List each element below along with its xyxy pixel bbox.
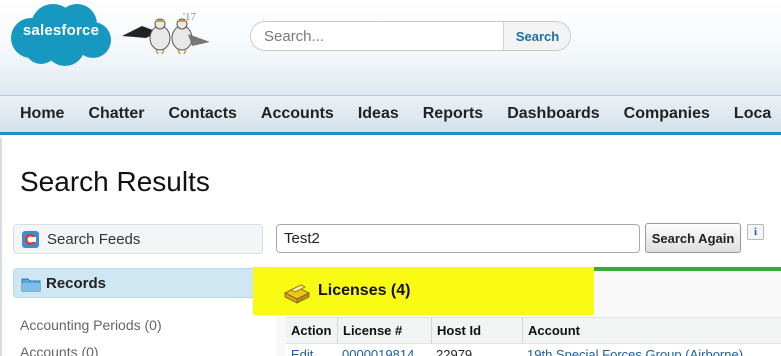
chatter-icon xyxy=(22,231,39,248)
global-search-button[interactable]: Search xyxy=(503,22,570,50)
licenses-table: Action License # Host Id Account Edit 00… xyxy=(286,317,781,356)
global-search: Search xyxy=(250,21,571,51)
page-title: Search Results xyxy=(20,166,210,197)
logo-text: salesforce xyxy=(22,22,100,39)
header: salesforce '17 Search xyxy=(0,0,781,95)
license-icon xyxy=(283,284,311,304)
licenses-section-title: Licenses (4) xyxy=(318,282,411,299)
tab-locations[interactable]: Loca xyxy=(722,96,781,132)
records-button[interactable]: Records xyxy=(13,268,263,298)
info-icon[interactable]: i xyxy=(747,224,764,240)
table-row: Edit 0000019814 22979 19th Special Force… xyxy=(286,344,781,356)
column-header-host-id[interactable]: Host Id xyxy=(431,318,522,345)
tab-dashboards[interactable]: Dashboards xyxy=(495,96,611,132)
tab-home[interactable]: Home xyxy=(0,96,76,132)
search-feeds-button[interactable]: Search Feeds xyxy=(13,224,263,254)
salesforce-logo[interactable]: salesforce xyxy=(9,2,113,68)
tab-reports[interactable]: Reports xyxy=(411,96,495,132)
sidebar-item-accounting-periods[interactable]: Accounting Periods (0) xyxy=(20,317,162,333)
column-header-account[interactable]: Account xyxy=(522,318,781,345)
host-id-cell: 22979 xyxy=(436,347,473,356)
table-header-row: Action License # Host Id Account xyxy=(286,317,781,345)
main-nav: Home Chatter Contacts Accounts Ideas Reports D… xyxy=(0,95,781,135)
tab-chatter[interactable]: Chatter xyxy=(76,96,156,132)
tab-contacts[interactable]: Contacts xyxy=(156,96,248,132)
column-header-license[interactable]: License # xyxy=(337,318,431,345)
tab-ideas[interactable]: Ideas xyxy=(346,96,411,132)
records-label: Records xyxy=(46,275,107,292)
seagulls-icon xyxy=(122,18,210,54)
edit-link[interactable]: Edit xyxy=(286,347,313,356)
release-year: '17 xyxy=(183,11,196,23)
folder-icon xyxy=(21,278,41,292)
search-feeds-label: Search Feeds xyxy=(47,231,141,248)
search-query-input[interactable] xyxy=(276,224,640,253)
sidebar-item-accounts[interactable]: Accounts (0) xyxy=(20,344,99,356)
account-link[interactable]: 19th Special Forces Group (Airborne) xyxy=(522,347,743,356)
page-gutter xyxy=(0,138,2,356)
column-header-action: Action xyxy=(291,323,332,338)
tab-companies[interactable]: Companies xyxy=(612,96,722,132)
search-again-button[interactable]: Search Again xyxy=(645,223,741,253)
tab-accounts[interactable]: Accounts xyxy=(249,96,346,132)
license-number-link[interactable]: 0000019814 xyxy=(337,347,414,356)
global-search-input[interactable] xyxy=(251,22,503,50)
